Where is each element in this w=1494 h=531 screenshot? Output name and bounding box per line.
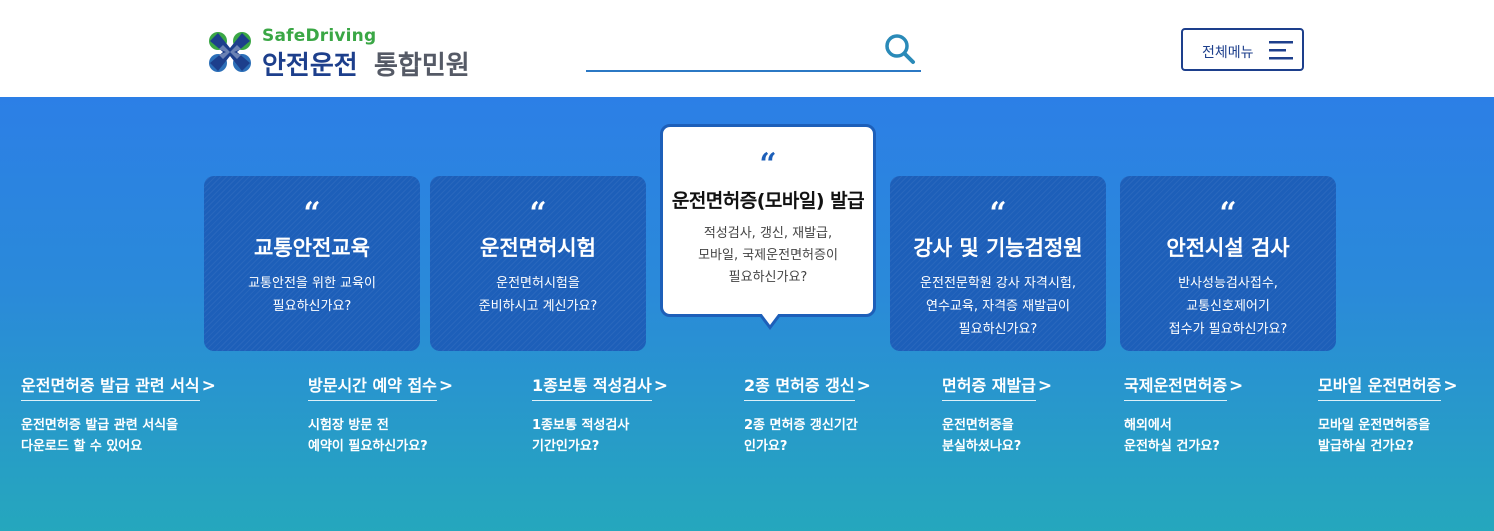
- quicklink-title: 방문시간 예약 접수: [308, 372, 437, 401]
- quicklink-description: 운전면허증 발급 관련 서식을 다운로드 할 수 있어요: [21, 415, 216, 457]
- quicklink-license-reissue[interactable]: 면허증 재발급 > 운전면허증을 분실하셨나요?: [942, 372, 1052, 457]
- quicklink-description: 2종 면허증 갱신기간 인가요?: [744, 415, 871, 457]
- card-desc-line: 준비하시고 계신가요?: [478, 299, 598, 314]
- quicklink-international-license[interactable]: 국제운전면허증 > 해외에서 운전하실 건가요?: [1124, 372, 1243, 457]
- site-header: SafeDriving 안전운전 통합민원 전체메뉴: [0, 0, 1494, 97]
- quicklink-title: 1종보통 적성검사: [532, 372, 652, 401]
- card-description: 운전면허시험을 준비하시고 계신가요?: [430, 272, 646, 318]
- quicklink-license-forms[interactable]: 운전면허증 발급 관련 서식 > 운전면허증 발급 관련 서식을 다운로드 할 수…: [21, 372, 216, 457]
- card-desc-line: 필요하신가요?: [728, 270, 808, 285]
- quicklink-title: 면허증 재발급: [942, 372, 1036, 401]
- quicklink-desc-line: 운전면허증을: [942, 418, 1014, 433]
- logo-title-service: 통합민원: [374, 51, 470, 81]
- quote-icon: “: [529, 196, 547, 231]
- speech-bubble-tail-inner: [761, 313, 779, 325]
- full-menu-button[interactable]: 전체메뉴: [1181, 28, 1304, 71]
- site-logo[interactable]: SafeDriving 안전운전 통합민원: [204, 26, 494, 81]
- card-desc-line: 필요하신가요?: [958, 322, 1038, 337]
- quicklink-description: 1종보통 적성검사 기간인가요?: [532, 415, 668, 457]
- service-hero-section: “ 교통안전교육 교통안전을 위한 교육이 필요하신가요? “ 운전면허시험 운…: [0, 97, 1494, 531]
- quicklink-description: 운전면허증을 분실하셨나요?: [942, 415, 1052, 457]
- quicklink-desc-line: 예약이 필요하신가요?: [308, 439, 428, 454]
- card-description: 교통안전을 위한 교육이 필요하신가요?: [204, 272, 420, 318]
- quicklink-mobile-license[interactable]: 모바일 운전면허증 > 모바일 운전면허증을 발급하실 건가요?: [1318, 372, 1458, 457]
- card-safety-facility-inspection[interactable]: “ 안전시설 검사 반사성능검사접수, 교통신호제어기 접수가 필요하신가요?: [1120, 176, 1336, 351]
- quicklink-desc-line: 분실하셨나요?: [942, 439, 1022, 454]
- card-description: 적성검사, 갱신, 재발급, 모바일, 국제운전면허증이 필요하신가요?: [663, 223, 873, 289]
- clover-logo-icon: [209, 32, 251, 72]
- quicklink-desc-line: 다운로드 할 수 있어요: [21, 439, 143, 454]
- logo-title-main: 안전운전: [262, 51, 358, 81]
- card-desc-line: 운전면허시험을: [496, 276, 580, 291]
- card-desc-line: 모바일, 국제운전면허증이: [698, 248, 838, 263]
- card-title: 강사 및 기능검정원: [913, 236, 1083, 260]
- card-instructor-examiner[interactable]: “ 강사 및 기능검정원 운전전문학원 강사 자격시험, 연수교육, 자격증 재…: [890, 176, 1106, 351]
- search-bar: [586, 30, 921, 72]
- search-input[interactable]: [586, 30, 876, 68]
- quicklink-desc-line: 모바일 운전면허증을: [1318, 418, 1431, 433]
- card-description: 운전전문학원 강사 자격시험, 연수교육, 자격증 재발급이 필요하신가요?: [890, 272, 1106, 341]
- quicklink-desc-line: 발급하실 건가요?: [1318, 439, 1414, 454]
- quicklink-desc-line: 2종 면허증 갱신기간: [744, 418, 858, 433]
- card-desc-line: 적성검사, 갱신, 재발급,: [703, 226, 833, 241]
- quote-icon: “: [1219, 196, 1237, 231]
- chevron-right-icon: >: [653, 376, 668, 396]
- quicklink-title: 2종 면허증 갱신: [744, 372, 855, 401]
- chevron-right-icon: >: [438, 376, 454, 396]
- quicklink-desc-line: 운전면허증 발급 관련 서식을: [21, 418, 179, 433]
- quicklink-title: 국제운전면허증: [1124, 372, 1228, 401]
- quicklink-description: 해외에서 운전하실 건가요?: [1124, 415, 1243, 457]
- quicklink-description: 모바일 운전면허증을 발급하실 건가요?: [1318, 415, 1458, 457]
- quicklink-desc-line: 인가요?: [744, 439, 788, 454]
- card-driver-license-exam[interactable]: “ 운전면허시험 운전면허시험을 준비하시고 계신가요?: [430, 176, 646, 351]
- quote-icon: “: [989, 196, 1007, 231]
- quote-icon: “: [759, 147, 777, 182]
- quicklink-class2-renewal[interactable]: 2종 면허증 갱신 > 2종 면허증 갱신기간 인가요?: [744, 372, 871, 457]
- quicklink-desc-line: 운전하실 건가요?: [1124, 439, 1220, 454]
- chevron-right-icon: >: [1229, 376, 1244, 396]
- card-title: 운전면허증(모바일) 발급: [671, 190, 865, 212]
- card-desc-line: 교통신호제어기: [1186, 299, 1270, 314]
- card-desc-line: 연수교육, 자격증 재발급이: [926, 299, 1070, 314]
- card-title: 교통안전교육: [254, 236, 370, 260]
- quicklink-class1-aptitude-test[interactable]: 1종보통 적성검사 > 1종보통 적성검사 기간인가요?: [532, 372, 668, 457]
- chevron-right-icon: >: [1037, 376, 1053, 396]
- chevron-right-icon: >: [856, 376, 871, 396]
- card-desc-line: 운전전문학원 강사 자격시험,: [920, 276, 1076, 291]
- quicklink-description: 시험장 방문 전 예약이 필요하신가요?: [308, 415, 453, 457]
- search-icon[interactable]: [883, 32, 917, 66]
- quicklink-title: 모바일 운전면허증: [1318, 372, 1442, 401]
- card-description: 반사성능검사접수, 교통신호제어기 접수가 필요하신가요?: [1120, 272, 1336, 341]
- card-desc-line: 반사성능검사접수,: [1178, 276, 1278, 291]
- quicklink-desc-line: 기간인가요?: [532, 439, 600, 454]
- full-menu-label: 전체메뉴: [1202, 45, 1254, 61]
- quicklink-visit-reservation[interactable]: 방문시간 예약 접수 > 시험장 방문 전 예약이 필요하신가요?: [308, 372, 453, 457]
- chevron-right-icon: >: [201, 376, 216, 396]
- quicklink-title: 운전면허증 발급 관련 서식: [21, 372, 200, 401]
- quote-icon: “: [303, 196, 321, 231]
- logo-subtitle: SafeDriving: [262, 26, 377, 46]
- quicklink-desc-line: 1종보통 적성검사: [532, 418, 630, 433]
- card-desc-line: 교통안전을 위한 교육이: [248, 276, 376, 291]
- card-desc-line: 접수가 필요하신가요?: [1168, 322, 1288, 337]
- quicklink-desc-line: 해외에서: [1124, 418, 1172, 433]
- hamburger-menu-icon: [1269, 41, 1293, 60]
- card-title: 안전시설 검사: [1166, 236, 1290, 260]
- card-traffic-safety-education[interactable]: “ 교통안전교육 교통안전을 위한 교육이 필요하신가요?: [204, 176, 420, 351]
- quicklink-desc-line: 시험장 방문 전: [308, 418, 389, 433]
- card-title: 운전면허시험: [480, 236, 596, 260]
- card-desc-line: 필요하신가요?: [272, 299, 352, 314]
- chevron-right-icon: >: [1443, 376, 1458, 396]
- card-license-issuance-active[interactable]: “ 운전면허증(모바일) 발급 적성검사, 갱신, 재발급, 모바일, 국제운전…: [660, 124, 876, 330]
